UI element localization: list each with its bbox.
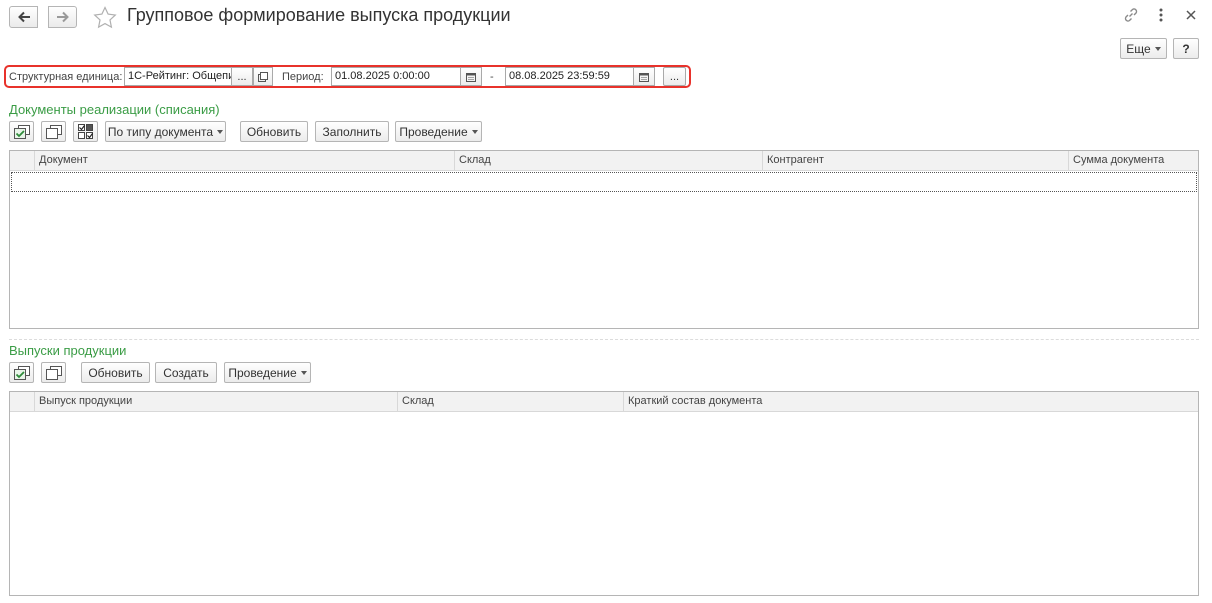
- column-header-document-sum[interactable]: Сумма документа: [1068, 151, 1198, 171]
- column-header-warehouse[interactable]: Склад: [454, 151, 762, 171]
- caret-down-icon: [300, 370, 307, 375]
- product-output-table[interactable]: Выпуск продукции Склад Краткий состав до…: [9, 391, 1199, 596]
- calendar-icon: [466, 72, 476, 82]
- by-type-label: По типу документа: [107, 124, 214, 139]
- caret-down-icon: [471, 129, 478, 134]
- invert-selection-icon: [77, 123, 93, 139]
- period-to-field[interactable]: 08.08.2025 23:59:59: [505, 67, 634, 86]
- uncheck-all-button[interactable]: [41, 121, 66, 142]
- period-from-calendar-button[interactable]: [460, 67, 482, 86]
- output-posting-label: Проведение: [228, 365, 297, 380]
- output-uncheck-all-button[interactable]: [41, 362, 66, 383]
- column-header-output-warehouse[interactable]: Склад: [397, 392, 623, 412]
- unit-select-button[interactable]: ...: [231, 67, 253, 86]
- more-label: Еще: [1126, 41, 1151, 56]
- column-header-document[interactable]: Документ: [34, 151, 454, 171]
- caret-down-icon: [217, 129, 224, 134]
- sales-table-header: Документ Склад Контрагент Сумма документ…: [10, 151, 1198, 171]
- column-header-document-summary[interactable]: Краткий состав документа: [623, 392, 1198, 412]
- star-icon[interactable]: [93, 6, 117, 29]
- check-all-icon: [13, 365, 30, 380]
- period-dash: -: [490, 71, 494, 83]
- sales-posting-dropdown[interactable]: Проведение: [395, 121, 482, 142]
- column-header-product-output[interactable]: Выпуск продукции: [34, 392, 397, 412]
- uncheck-all-icon: [45, 365, 62, 380]
- period-label: Период:: [282, 71, 324, 83]
- unit-field[interactable]: 1С-Рейтинг: Общепи: [124, 67, 232, 86]
- caret-down-icon: [1154, 46, 1161, 51]
- period-to-calendar-button[interactable]: [633, 67, 655, 86]
- table-row[interactable]: [11, 172, 1197, 192]
- link-icon[interactable]: [1123, 7, 1139, 23]
- period-select-button[interactable]: ...: [663, 67, 686, 86]
- check-all-icon: [13, 124, 30, 139]
- arrow-left-icon: [17, 11, 30, 23]
- check-all-button[interactable]: [9, 121, 34, 142]
- section-divider: [9, 339, 1199, 340]
- fill-button[interactable]: Заполнить: [315, 121, 389, 142]
- output-posting-dropdown[interactable]: Проведение: [224, 362, 311, 383]
- output-check-all-button[interactable]: [9, 362, 34, 383]
- period-from-field[interactable]: 01.08.2025 0:00:00: [331, 67, 461, 86]
- close-icon[interactable]: [1186, 10, 1196, 20]
- open-window-icon: [258, 71, 268, 82]
- forward-button[interactable]: [48, 6, 77, 28]
- output-refresh-button[interactable]: Обновить: [81, 362, 150, 383]
- help-button[interactable]: ?: [1173, 38, 1199, 59]
- sales-checkbox-column-header: [10, 151, 34, 171]
- sales-refresh-button[interactable]: Обновить: [240, 121, 308, 142]
- unit-label: Структурная единица:: [9, 71, 123, 83]
- invert-selection-button[interactable]: [73, 121, 98, 142]
- sales-posting-label: Проведение: [399, 124, 468, 139]
- calendar-icon: [639, 72, 649, 82]
- column-header-counterparty[interactable]: Контрагент: [762, 151, 1068, 171]
- output-table-header: Выпуск продукции Склад Краткий состав до…: [10, 392, 1198, 412]
- page-title: Групповое формирование выпуска продукции: [127, 5, 511, 25]
- more-button[interactable]: Еще: [1120, 38, 1167, 59]
- kebab-menu-icon[interactable]: [1157, 8, 1165, 22]
- back-button[interactable]: [9, 6, 38, 28]
- output-section-title: Выпуски продукции: [9, 343, 127, 358]
- unit-open-button[interactable]: [253, 67, 273, 86]
- sales-documents-table[interactable]: Документ Склад Контрагент Сумма документ…: [9, 150, 1199, 329]
- arrow-right-icon: [56, 11, 69, 23]
- create-button[interactable]: Создать: [155, 362, 217, 383]
- output-checkbox-column-header: [10, 392, 34, 412]
- sales-section-title: Документы реализации (списания): [9, 102, 220, 117]
- by-type-dropdown[interactable]: По типу документа: [105, 121, 226, 142]
- uncheck-all-icon: [45, 124, 62, 139]
